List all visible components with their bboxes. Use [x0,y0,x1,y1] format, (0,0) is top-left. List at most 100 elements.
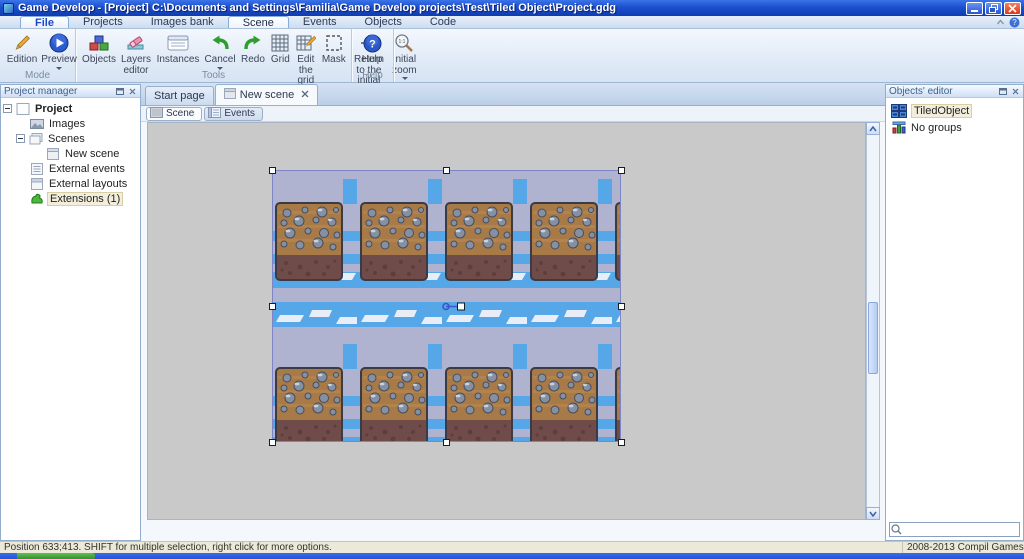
initial-zoom-text: Initial zoom [392,54,417,76]
tree-item-external-events-label: External events [49,162,125,175]
selection-handle[interactable] [443,439,450,446]
selection-handle[interactable] [618,167,625,174]
ribbon-group-tools: Objects Layers editor Instances Cancel R… [76,29,417,107]
events-list-icon [208,106,222,121]
start-button[interactable] [17,553,95,559]
ribbon-tab-scene-label: Scene [242,16,274,29]
preview-button[interactable]: Preview [40,31,78,74]
ribbon-tab-images-bank[interactable]: Images bank [137,16,228,28]
tab-new-scene[interactable]: New scene [214,84,319,105]
tab-scene-view[interactable]: Scene [146,106,203,121]
help-button[interactable]: ? Help [356,31,388,67]
tab-scene-view-label: Scene [166,108,195,119]
ribbon-tab-file-label: File [35,16,54,29]
groups-icon [890,121,908,135]
tree-item-external-layouts[interactable]: External layouts [3,176,140,191]
restore-button[interactable] [985,1,1002,15]
window-title: Game Develop - [Project] C:\Documents an… [18,2,617,14]
selection-handle[interactable] [269,167,276,174]
tree-item-images-label: Images [49,117,86,130]
objects-editor-panel: Objects' editor TiledObject No groups [885,84,1024,541]
tree-item-images[interactable]: Images [3,116,140,131]
scene-page-icon [223,88,236,102]
ribbon-group-mode: Edition Preview Mode [0,29,78,82]
project-manager-title: Project manager [4,85,78,97]
object-search-input[interactable] [889,522,1020,537]
grid-button[interactable]: Grid [268,31,293,67]
ribbon-tab-code[interactable]: Code [416,16,470,28]
ribbon-tab-events-label: Events [302,16,337,28]
vertical-scroll-thumb[interactable] [868,302,878,374]
objects-editor-header: Objects' editor [886,85,1023,98]
edition-button[interactable]: Edition [4,31,40,67]
close-button[interactable] [1004,1,1021,15]
dropdown-arrow-icon [401,77,408,83]
tree-item-project[interactable]: Project [3,101,140,116]
object-item-tiledobject[interactable]: TiledObject [890,102,1023,119]
tree-item-scenes[interactable]: Scenes [3,131,140,146]
tree-item-scenes-label: Scenes [48,132,85,145]
collapse-expander-icon[interactable] [3,104,12,113]
project-manager-panel: Project manager Project Images Scenes Ne… [0,84,141,541]
view-tab-bar: Scene Events [141,106,885,122]
minimize-button[interactable] [966,1,983,15]
play-icon [49,32,69,54]
ribbon-tab-scene[interactable]: Scene [227,16,289,29]
redo-button[interactable]: Redo [238,31,268,67]
ribbon: Edition Preview Mode Objects Layers edit… [0,29,1024,107]
mini-help-icon[interactable]: ? [1009,17,1020,28]
instances-button[interactable]: Instances [154,31,202,67]
scroll-up-icon[interactable] [866,122,880,135]
selection-handle[interactable] [269,439,276,446]
extensions-icon [29,193,45,205]
mask-button[interactable]: Mask [319,31,349,67]
scroll-down-icon[interactable] [866,507,880,520]
tab-events-view[interactable]: Events [204,106,263,121]
ribbon-tab-events[interactable]: Events [289,16,351,28]
selection-handle[interactable] [269,303,276,310]
windows-taskbar[interactable] [0,553,1024,559]
external-layouts-icon [29,177,45,190]
project-manager-header: Project manager [1,85,140,98]
help-icon: ? [363,32,382,54]
scene-canvas[interactable] [147,122,866,520]
help-label: Help [361,54,383,65]
close-panel-icon[interactable] [127,87,137,96]
close-panel-icon[interactable] [1010,87,1020,96]
tab-start-page[interactable]: Start page [145,86,214,105]
scene-page-icon [45,147,61,160]
project-tree: Project Images Scenes New scene External… [1,98,140,206]
float-panel-icon[interactable] [115,87,125,96]
external-events-icon [29,162,45,175]
vertical-scrollbar[interactable] [866,122,880,520]
ribbon-tab-objects[interactable]: Objects [351,16,416,28]
instances-label: Instances [156,54,200,65]
object-item-no-groups[interactable]: No groups [890,119,1023,136]
selection-handle[interactable] [618,439,625,446]
tree-item-new-scene[interactable]: New scene [3,146,140,161]
mask-icon [325,32,343,54]
selection-handle[interactable] [618,303,625,310]
ribbon-tab-projects[interactable]: Projects [69,16,137,28]
ribbon-tab-file[interactable]: File [20,16,69,29]
ribbon-group-help-label: Help [362,70,383,81]
document-tab-bar: Start page New scene [141,84,885,106]
float-panel-icon[interactable] [998,87,1008,96]
close-tab-icon[interactable] [301,90,309,101]
tree-item-new-scene-label: New scene [65,147,120,160]
pencil-icon [12,32,32,54]
search-icon [891,524,902,538]
tree-item-external-events[interactable]: External events [3,161,140,176]
objects-button[interactable]: Objects [80,31,118,67]
selection-handle[interactable] [443,167,450,174]
cancel-button[interactable]: Cancel [202,31,238,74]
rotation-handle[interactable] [441,301,467,312]
objects-list: TiledObject No groups [886,98,1023,136]
zoom-icon: 1:1 [394,32,414,54]
tree-item-extensions[interactable]: Extensions (1) [3,191,140,206]
collapse-expander-icon[interactable] [16,134,25,143]
initial-zoom-label: Initial zoom [392,54,417,87]
redo-label: Redo [241,54,265,65]
app-window: Game Develop - [Project] C:\Documents an… [0,0,1024,559]
collapse-ribbon-icon[interactable] [996,18,1005,27]
